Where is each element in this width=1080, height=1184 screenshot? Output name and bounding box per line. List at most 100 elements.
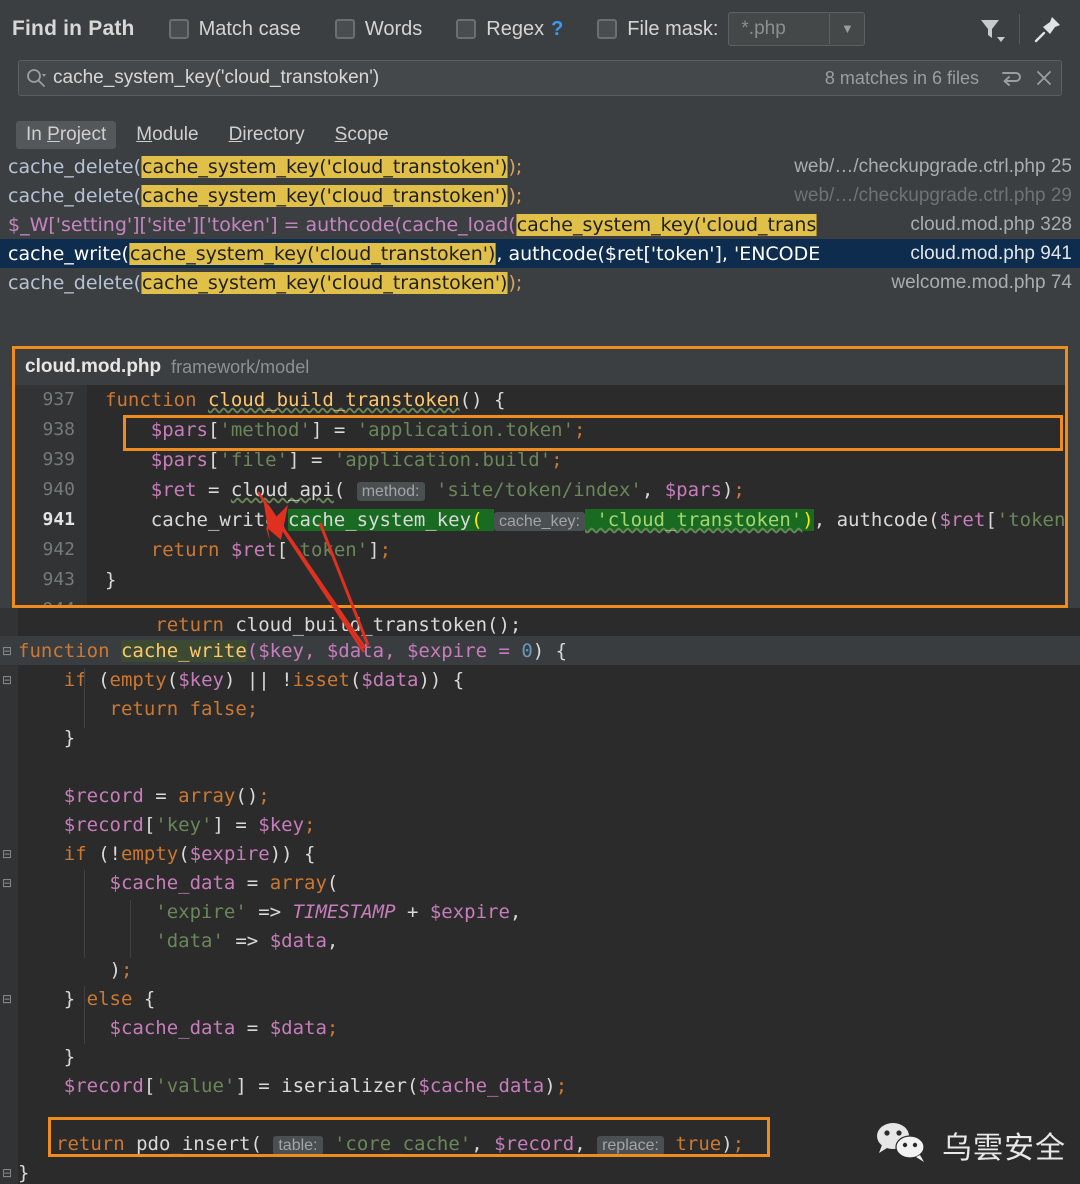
wechat-icon <box>874 1121 930 1168</box>
watermark: 乌雲安全 <box>874 1121 1066 1168</box>
preview-code-text: $pars['file'] = 'application.build'; <box>150 449 563 471</box>
watermark-text: 乌雲安全 <box>942 1130 1066 1166</box>
preview-header[interactable]: cloud.mod.php framework/model <box>15 349 1065 385</box>
preview-code-text: $ret = cloud_api( method: 'site/token/in… <box>105 479 745 501</box>
result-row[interactable]: $_W['setting']['site']['token'] = authco… <box>0 210 1080 239</box>
preview-line: 937 function cloud_build_transtoken() { <box>15 385 1065 415</box>
editor-line: $cache_data = $data; <box>0 1013 1080 1042</box>
editor-code-text: } <box>18 726 76 749</box>
result-prefix: cache_delete( <box>8 271 142 294</box>
find-toolbar: Find in Path Match case Words Regex ? Fi… <box>0 0 1080 58</box>
indent-guide <box>84 870 85 958</box>
preview-code-text: cache_write(cache_system_key( cache_key:… <box>105 509 1065 531</box>
fold-icon[interactable]: ⊟ <box>2 673 16 687</box>
line-number: 944 <box>15 595 87 605</box>
chevron-down-icon[interactable]: ▼ <box>830 14 864 44</box>
param-hint-replace: replace: <box>597 1135 664 1155</box>
words-checkbox[interactable] <box>334 19 355 39</box>
fold-icon[interactable]: ⊟ <box>2 847 16 861</box>
result-match: cache_system_key('cloud_trans <box>515 213 818 236</box>
rerun-icon[interactable] <box>993 66 1027 90</box>
scope-tab-in-project[interactable]: In Project <box>16 121 117 149</box>
result-suffix: ); <box>508 184 523 207</box>
search-results-list: cache_delete(cache_system_key('cloud_tra… <box>0 152 1080 297</box>
indent-guide <box>84 986 85 1044</box>
file-mask-checkbox[interactable] <box>597 19 618 39</box>
line-number: 943 <box>15 565 87 595</box>
option-file-mask[interactable]: File mask: *.php ▼ <box>597 12 866 46</box>
preview-file-name: cloud.mod.php <box>25 356 162 377</box>
preview-line: 939 $pars['file'] = 'application.build'; <box>15 445 1065 475</box>
regex-help-icon[interactable]: ? <box>551 18 563 41</box>
param-hint-table: table: <box>273 1135 323 1155</box>
editor-line: 'data' => $data, <box>0 926 1080 955</box>
search-icon[interactable] <box>19 67 53 89</box>
editor-line: ⊟ if (empty($key) || !isset($data)) { <box>0 665 1080 694</box>
result-row[interactable]: cache_delete(cache_system_key('cloud_tra… <box>0 268 1080 297</box>
result-suffix: , authcode($ret['token'], 'ENCODE <box>496 242 821 265</box>
clipped-code-text: return cloud_build_transtoken(); <box>109 614 522 636</box>
find-in-path-window: Find in Path Match case Words Regex ? Fi… <box>0 0 1080 1184</box>
search-query-text[interactable]: cache_system_key('cloud_transtoken') <box>53 67 825 89</box>
match-count-label: 8 matches in 6 files <box>824 67 979 88</box>
scope-tab-directory[interactable]: Directory <box>219 121 315 149</box>
editor-code-text: } else { <box>18 987 156 1010</box>
editor-line: $record = array(); <box>0 781 1080 810</box>
editor-code-text: } <box>18 1161 30 1184</box>
indent-guide <box>130 900 131 958</box>
match-case-checkbox[interactable] <box>168 19 189 39</box>
match-case-label: Match case <box>198 17 301 40</box>
editor-line: ); <box>0 955 1080 984</box>
scope-tab-scope[interactable]: Scope <box>325 121 399 149</box>
fold-icon[interactable]: ⊟ <box>2 992 16 1006</box>
scope-tabs: In Project Module Directory Scope <box>16 120 409 150</box>
editor-code-text: function cache_write($key, $data, $expir… <box>18 639 568 662</box>
file-mask-combo[interactable]: *.php ▼ <box>728 12 866 46</box>
preview-line: 940 $ret = cloud_api( method: 'site/toke… <box>15 475 1065 505</box>
result-row[interactable]: cache_delete(cache_system_key('cloud_tra… <box>0 152 1080 181</box>
search-input[interactable]: cache_system_key('cloud_transtoken') 8 m… <box>18 60 1062 96</box>
editor-line: ⊟ $cache_data = array( <box>0 868 1080 897</box>
regex-label: Regex <box>486 17 545 40</box>
pin-icon[interactable] <box>1026 7 1070 51</box>
result-prefix: cache_delete( <box>8 184 142 207</box>
fold-icon[interactable]: ⊟ <box>2 644 16 658</box>
fold-icon[interactable]: ⊟ <box>2 1166 16 1180</box>
option-regex[interactable]: Regex ? <box>456 18 563 41</box>
result-file-location: web/…/checkupgrade.ctrl.php 25 <box>794 155 1072 177</box>
option-words[interactable]: Words <box>334 18 422 41</box>
editor-line-signature: ⊟ function cache_write($key, $data, $exp… <box>0 636 1080 665</box>
option-match-case[interactable]: Match case <box>168 17 301 41</box>
editor-code-text: } <box>18 1045 76 1068</box>
result-file-location: cloud.mod.php 328 <box>910 213 1072 235</box>
code-preview-panel: cloud.mod.php framework/model 937 functi… <box>12 346 1068 608</box>
editor-code-text: if (!empty($expire)) { <box>63 842 316 865</box>
preview-code-text: $pars['method'] = 'application.token'; <box>150 419 586 441</box>
editor-code-text: $cache_data = array( <box>109 871 339 894</box>
line-number: 940 <box>15 475 87 505</box>
scope-tab-module[interactable]: Module <box>126 121 208 149</box>
editor-code-text: return pdo_insert( table: 'core_cache', … <box>56 1132 745 1155</box>
editor-code-text: ); <box>18 958 133 981</box>
filter-icon[interactable] <box>969 7 1013 51</box>
file-mask-value[interactable]: *.php <box>729 14 831 44</box>
editor-code-text: $record['key'] = $key; <box>63 813 316 836</box>
regex-checkbox[interactable] <box>456 19 477 39</box>
preview-line: 943 } <box>15 565 1065 595</box>
result-row-selected[interactable]: cache_write(cache_system_key('cloud_tran… <box>0 239 1080 268</box>
close-icon[interactable] <box>1027 67 1061 89</box>
editor-line: ⊟ if (!empty($expire)) { <box>0 839 1080 868</box>
toolbar-actions <box>969 0 1070 58</box>
editor-code-text: $record['value'] = iserializer($cache_da… <box>63 1074 568 1097</box>
code-editor[interactable]: return cloud_build_transtoken(); ⊟ funct… <box>0 608 1080 1184</box>
toolbar-divider <box>1019 14 1020 44</box>
result-suffix: ); <box>508 271 523 294</box>
result-row[interactable]: cache_delete(cache_system_key('cloud_tra… <box>0 181 1080 210</box>
preview-body[interactable]: 937 function cloud_build_transtoken() { … <box>15 385 1065 605</box>
result-match: cache_system_key('cloud_transtoken') <box>141 184 509 207</box>
fold-icon[interactable]: ⊟ <box>2 876 16 890</box>
result-file-location: web/…/checkupgrade.ctrl.php 29 <box>794 184 1072 206</box>
preview-line-current: 941 cache_write(cache_system_key( cache_… <box>15 505 1065 535</box>
editor-line: $record['key'] = $key; <box>0 810 1080 839</box>
result-prefix: $_W['setting']['site']['token'] = authco… <box>8 213 516 236</box>
